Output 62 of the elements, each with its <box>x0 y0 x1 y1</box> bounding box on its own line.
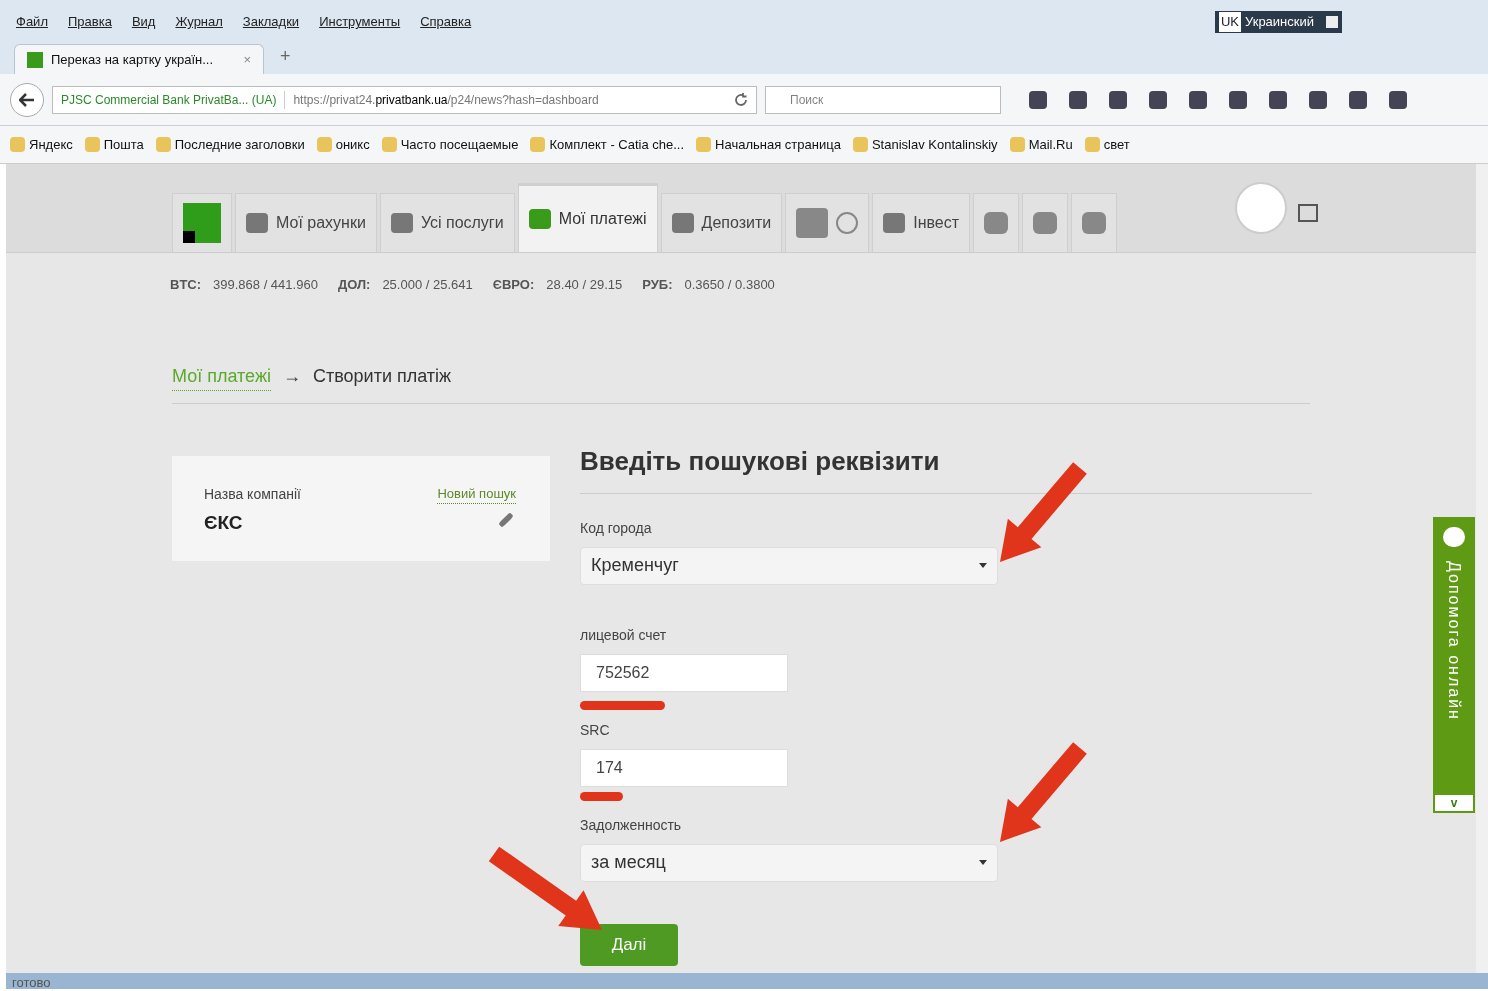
nav-tab[interactable]: Усі послуги <box>379 193 515 252</box>
new-tab-button[interactable]: + <box>280 43 291 70</box>
back-arrow-icon <box>19 92 35 107</box>
menu-item[interactable]: Журнал <box>175 12 223 32</box>
field-label: SRC <box>580 720 611 740</box>
menu-item[interactable]: Правка <box>67 12 112 32</box>
field-label: Код города <box>580 518 653 538</box>
search-field[interactable]: Поиск <box>765 85 1001 114</box>
rate-label: ДОЛ: <box>337 276 371 294</box>
company-name: ЄКС <box>204 510 243 535</box>
collapse-toggle[interactable]: v <box>1435 795 1473 811</box>
rate-value: 0.3650 / 0.3800 <box>684 276 775 294</box>
input-field[interactable]: 752562 <box>580 653 788 692</box>
bookmark-link[interactable]: Начальная страница <box>715 134 841 155</box>
bookmark-link[interactable]: Mail.Ru <box>1028 134 1073 155</box>
rate-value: 25.000 / 25.641 <box>382 276 473 294</box>
rate-label: BTC: <box>170 276 202 294</box>
field-label: лицевой счет <box>580 625 668 645</box>
language-indicator[interactable]: UK Украинский <box>1214 11 1342 33</box>
bookmark-link[interactable]: Stanislav Kontalinskiy <box>871 134 998 155</box>
company-label: Назва компанії <box>204 484 301 504</box>
privatbank-logo <box>183 203 221 243</box>
rate-label: РУБ: <box>642 276 673 294</box>
bookmark-link[interactable]: Комплект - Catia che... <box>549 134 685 155</box>
bookmark-link[interactable]: Часто посещаемые <box>400 134 519 155</box>
nav-tab[interactable]: Мої рахунки <box>235 193 377 252</box>
next-button[interactable]: Далі <box>580 923 678 966</box>
new-search-link[interactable]: Новий пошук <box>437 483 516 504</box>
rate-label: ЄВРО: <box>492 276 535 294</box>
nav-tab[interactable]: Депозити <box>660 193 783 252</box>
dropdown-field[interactable]: за месяц <box>580 843 998 882</box>
bookmark-link[interactable]: свет <box>1103 134 1130 155</box>
nav-tab[interactable]: Інвест <box>872 193 971 252</box>
bookmark-link[interactable]: Последние заголовки <box>174 134 305 155</box>
help-label: Допомога онлайн <box>1445 561 1464 721</box>
annotation-underline <box>580 792 623 801</box>
field-label: Задолженность <box>580 815 683 835</box>
back-button[interactable] <box>10 82 44 117</box>
nav-tab[interactable] <box>172 193 232 252</box>
nav-tab[interactable]: Мої платежі <box>517 183 658 252</box>
breadcrumb-current: Створити платіж <box>312 365 452 388</box>
caret-icon <box>979 860 987 865</box>
bookmark-link[interactable]: оникс <box>335 134 370 155</box>
menu-item[interactable]: Закладки <box>242 12 300 32</box>
menu-item[interactable]: Инструменты <box>319 12 401 32</box>
caret-icon <box>979 563 987 568</box>
menu-item[interactable]: Справка <box>420 12 472 32</box>
menu-item[interactable]: Вид <box>131 12 156 32</box>
input-field[interactable]: 174 <box>580 748 788 787</box>
help-widget[interactable]: Допомога онлайн v <box>1433 517 1475 813</box>
bookmark-link[interactable]: Яндекс <box>29 134 73 155</box>
menu-item[interactable]: Файл <box>16 12 48 32</box>
favicon-icon <box>27 51 43 68</box>
rate-value: 399.868 / 441.960 <box>213 276 318 294</box>
breadcrumb-separator: → <box>282 365 301 388</box>
address-field[interactable]: PJSC Commercial Bank PrivatBa... (UA) https://privat24.privatbank.ua/p24/news?hash=dashboard <box>52 85 757 114</box>
reload-icon[interactable] <box>734 92 748 107</box>
bookmark-link[interactable]: Пошта <box>103 134 144 155</box>
status-bar: готово <box>6 973 1488 989</box>
rate-value: 28.40 / 29.15 <box>546 276 623 294</box>
browser-tab[interactable]: Переказ на картку україн... × <box>14 44 264 74</box>
dropdown-field[interactable]: Кременчуг <box>580 546 998 585</box>
